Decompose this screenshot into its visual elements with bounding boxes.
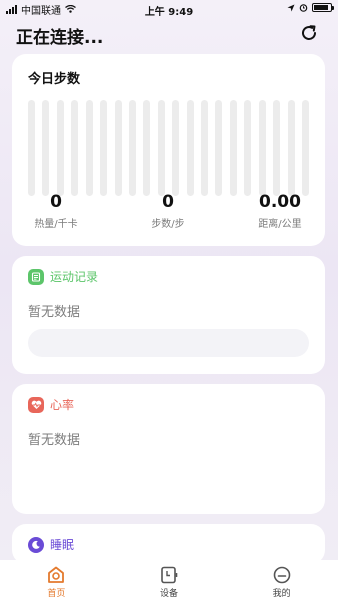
step-bar bbox=[71, 100, 78, 196]
step-bar bbox=[100, 100, 107, 196]
tab-home[interactable]: 首页 bbox=[0, 560, 113, 600]
step-bar bbox=[244, 100, 251, 196]
exercise-placeholder-bar bbox=[28, 329, 309, 357]
steps-label: 步数/步 bbox=[151, 219, 185, 230]
step-bar bbox=[230, 100, 237, 196]
heart-card-header: 心率 bbox=[28, 396, 74, 413]
refresh-icon[interactable] bbox=[300, 24, 318, 42]
bottom-tab-bar: 首页 设备 我的 bbox=[0, 560, 338, 600]
calories-label: 热量/千卡 bbox=[34, 219, 78, 230]
step-bar bbox=[172, 100, 179, 196]
steps-metric: 0 步数/步 bbox=[128, 192, 208, 230]
steps-card-title: 今日步数 bbox=[28, 72, 81, 87]
step-bar bbox=[57, 100, 64, 196]
step-bar bbox=[302, 100, 309, 196]
exercise-card-title: 运动记录 bbox=[50, 270, 99, 284]
step-bar bbox=[86, 100, 93, 196]
step-bar bbox=[129, 100, 136, 196]
step-bar bbox=[259, 100, 266, 196]
steps-bar-chart bbox=[28, 100, 309, 196]
tab-profile-label: 我的 bbox=[272, 589, 291, 599]
heart-card-title: 心率 bbox=[50, 398, 75, 412]
status-bar: 中国联通 上午 9:49 bbox=[0, 0, 338, 18]
heart-empty-text: 暂无数据 bbox=[28, 433, 81, 448]
location-icon bbox=[287, 4, 295, 11]
alarm-icon bbox=[299, 4, 308, 12]
step-bar bbox=[42, 100, 49, 196]
distance-label: 距离/公里 bbox=[258, 219, 302, 230]
step-bar bbox=[115, 100, 122, 196]
heart-rate-card[interactable]: 心率 暂无数据 bbox=[12, 384, 325, 514]
sleep-card-header: 睡眠 bbox=[28, 536, 74, 553]
status-right bbox=[287, 3, 334, 12]
sleep-card[interactable]: 睡眠 bbox=[12, 524, 325, 564]
step-bar bbox=[187, 100, 194, 196]
home-icon bbox=[48, 566, 65, 583]
distance-metric: 0.00 距离/公里 bbox=[240, 192, 320, 230]
heart-icon bbox=[28, 396, 44, 413]
exercise-empty-text: 暂无数据 bbox=[28, 305, 81, 320]
note-icon bbox=[28, 268, 44, 285]
calories-metric: 0 热量/千卡 bbox=[16, 192, 96, 230]
sleep-card-title: 睡眠 bbox=[50, 538, 75, 552]
page-title: 正在连接... bbox=[16, 28, 104, 48]
step-bar bbox=[158, 100, 165, 196]
step-bar bbox=[215, 100, 222, 196]
device-icon bbox=[161, 566, 178, 584]
calories-value: 0 bbox=[50, 192, 62, 212]
steps-metrics: 0 热量/千卡 0 步数/步 0.00 距离/公里 bbox=[12, 192, 325, 242]
moon-icon bbox=[28, 536, 44, 553]
steps-card[interactable]: 今日步数 0 热量/千卡 0 步数/步 0.00 距离/公里 bbox=[12, 54, 325, 246]
step-bar bbox=[28, 100, 35, 196]
profile-icon bbox=[273, 566, 290, 584]
exercise-card-header: 运动记录 bbox=[28, 268, 98, 285]
tab-home-label: 首页 bbox=[47, 589, 66, 599]
tab-device-label: 设备 bbox=[160, 589, 179, 599]
distance-value: 0.00 bbox=[259, 192, 301, 212]
tab-profile[interactable]: 我的 bbox=[225, 560, 338, 600]
exercise-card[interactable]: 运动记录 暂无数据 bbox=[12, 256, 325, 374]
step-bar bbox=[143, 100, 150, 196]
step-bar bbox=[273, 100, 280, 196]
step-bar bbox=[201, 100, 208, 196]
steps-value: 0 bbox=[162, 192, 174, 212]
step-bar bbox=[288, 100, 295, 196]
tab-device[interactable]: 设备 bbox=[113, 560, 226, 600]
battery-icon bbox=[312, 3, 334, 12]
